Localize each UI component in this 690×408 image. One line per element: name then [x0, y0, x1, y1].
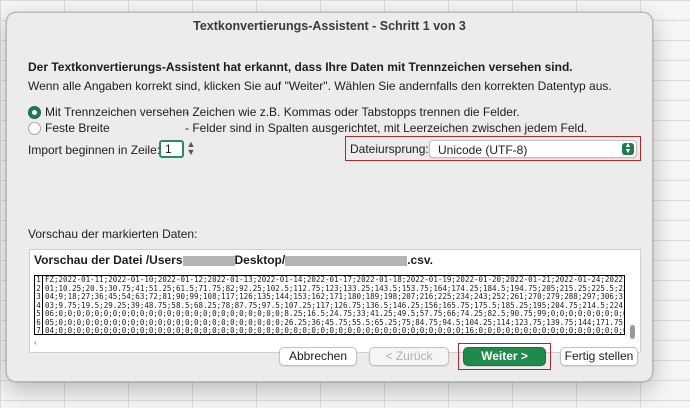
- file-origin-label: Dateiursprung:: [350, 142, 429, 156]
- dialog-title: Textkonvertierungs-Assistent - Schritt 1…: [193, 19, 466, 33]
- preview-vertical-scrollbar[interactable]: [629, 275, 637, 345]
- fixed-width-description: - Felder sind in Spalten ausgerichtet, m…: [185, 121, 588, 135]
- chevron-updown-icon: ▲ ▼: [622, 142, 634, 155]
- preview-row: 7 04;0;0;0;0;0;0;0;0;0;0;0;0;0;0;0;0;0;0;…: [36, 326, 625, 335]
- delimited-description: - Zeichen wie z.B. Kommas oder Tabstopps…: [185, 105, 520, 119]
- fixed-width-radio[interactable]: [28, 122, 41, 135]
- preview-horizontal-scrollbar[interactable]: ‹: [34, 338, 37, 347]
- delimited-label[interactable]: Mit Trennzeichen versehen: [45, 105, 189, 119]
- start-row-input[interactable]: 1: [159, 140, 184, 158]
- start-row-label: Import beginnen in Zeile:: [28, 143, 161, 157]
- file-origin-value: Unicode (UTF-8): [438, 143, 528, 157]
- detection-heading: Der Textkonvertierungs-Assistent hat erk…: [28, 60, 573, 74]
- text-import-wizard-dialog: Textkonvertierungs-Assistent - Schritt 1…: [6, 12, 653, 382]
- instruction-text: Wenn alle Angaben korrekt sind, klicken …: [28, 79, 612, 93]
- redacted-filename: [285, 255, 408, 266]
- redacted-username: [182, 255, 235, 266]
- stepper-down-icon[interactable]: ▼: [186, 148, 196, 157]
- preview-title-prefix: Vorschau der Datei /Users: [34, 253, 183, 267]
- preview-panel[interactable]: Vorschau der Datei /Users Desktop/ .csv. 1…: [29, 249, 641, 353]
- scrollbar-thumb[interactable]: [630, 325, 635, 339]
- finish-button[interactable]: Fertig stellen: [560, 347, 638, 366]
- delimited-radio[interactable]: [28, 106, 41, 119]
- preview-title-middle: Desktop/: [234, 253, 286, 267]
- cancel-button[interactable]: Abbrechen: [279, 347, 357, 366]
- file-origin-select[interactable]: Unicode (UTF-8) ▲ ▼: [429, 140, 637, 158]
- next-button[interactable]: Weiter >: [463, 347, 546, 366]
- preview-file-title: Vorschau der Datei /Users Desktop/ .csv.: [34, 253, 433, 267]
- preview-title-suffix: .csv.: [407, 253, 434, 267]
- fixed-width-label[interactable]: Feste Breite: [45, 121, 110, 135]
- preview-section-label: Vorschau der markierten Daten:: [28, 227, 198, 241]
- back-button[interactable]: < Zurück: [369, 347, 449, 366]
- start-row-stepper[interactable]: ▲ ▼: [186, 140, 196, 158]
- preview-data-grid: 1 FZ;2022-01-11;2022-01-10;2022-01-12;202…: [34, 275, 625, 335]
